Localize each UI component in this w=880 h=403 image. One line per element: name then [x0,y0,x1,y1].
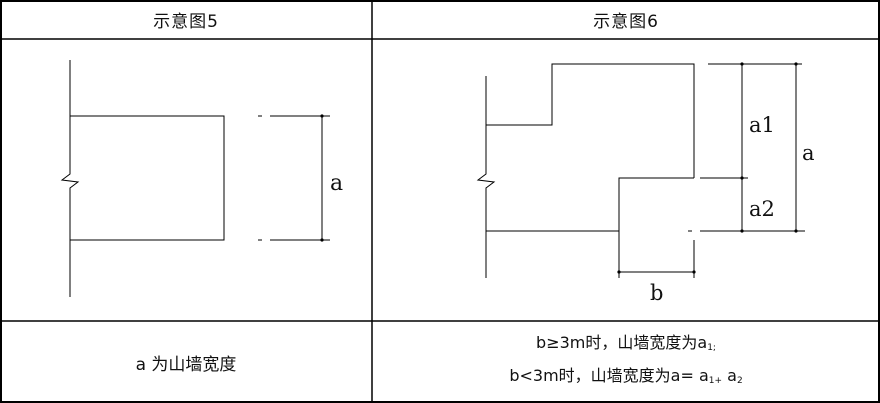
building-outline-bottom [486,177,694,232]
header-diagram-6: 示意图6 [593,12,659,32]
note-text: a 为山墙宽度 [135,354,237,375]
note-diagram-6: b≥3m时，山墙宽度为a1; b<3m时，山墙宽度为a= a1+ a2 [372,321,880,403]
wall-line [476,76,496,278]
building-outline-top [486,63,695,178]
label-a1: a1 [749,113,775,137]
note-line-1: b≥3m时，山墙宽度为a1; [536,333,716,353]
label-a: a [330,171,343,196]
building-outline [70,115,225,241]
label-b: b [650,281,663,305]
wall-line [60,60,80,297]
note-line-2: b<3m时，山墙宽度为a= a1+ a2 [509,366,743,386]
label-a: a [802,141,815,165]
label-a2: a2 [749,197,775,221]
diagram-5: a [60,60,343,297]
diagram-6: a1 a2 a b [476,62,815,305]
note-diagram-5: a 为山墙宽度 [0,321,372,403]
header-diagram-5: 示意图5 [153,12,219,32]
